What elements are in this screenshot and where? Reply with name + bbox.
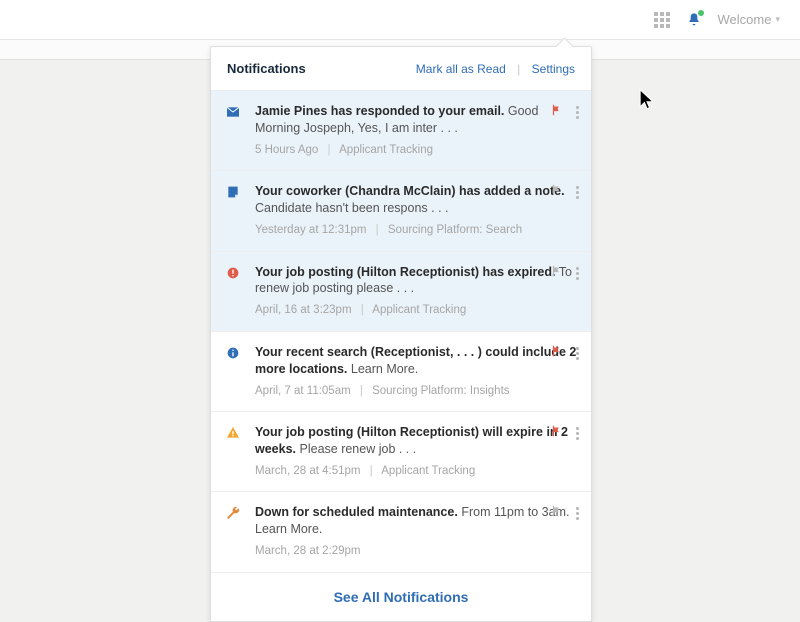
- notification-meta: March, 28 at 4:51pm | Applicant Tracking: [255, 464, 577, 480]
- chevron-down-icon: ▾: [775, 14, 780, 25]
- notification-source: Applicant Tracking: [339, 144, 433, 156]
- notification-title: Your job posting (Hilton Receptionist) h…: [255, 265, 555, 279]
- notifications-panel: Notifications Mark all as Read | Setting…: [210, 46, 592, 622]
- notification-meta: April, 7 at 11:05am | Sourcing Platform:…: [255, 384, 577, 400]
- notification-item[interactable]: Your job posting (Hilton Receptionist) w…: [211, 412, 591, 492]
- notification-body: Jamie Pines has responded to your email.…: [255, 103, 577, 158]
- flag-icon[interactable]: [550, 264, 564, 283]
- envelope-icon: [225, 104, 243, 125]
- notification-source: Sourcing Platform: Insights: [372, 385, 509, 397]
- notification-preview: Learn More.: [351, 362, 418, 376]
- notification-badge-dot: [698, 10, 704, 16]
- notification-title: Jamie Pines has responded to your email.: [255, 104, 504, 118]
- notifications-bell-icon[interactable]: [686, 12, 702, 28]
- notification-body: Down for scheduled maintenance. From 11p…: [255, 504, 577, 559]
- settings-link[interactable]: Settings: [532, 62, 575, 76]
- notification-item[interactable]: Your job posting (Hilton Receptionist) h…: [211, 252, 591, 332]
- warning-icon: [225, 425, 243, 446]
- notification-time: 5 Hours Ago: [255, 144, 318, 156]
- welcome-label: Welcome: [718, 12, 772, 27]
- cursor-icon: [638, 88, 656, 112]
- notification-body: Your coworker (Chandra McClain) has adde…: [255, 183, 577, 238]
- notification-item[interactable]: Jamie Pines has responded to your email.…: [211, 91, 591, 171]
- notification-title: Down for scheduled maintenance.: [255, 505, 458, 519]
- notification-body: Your recent search (Receptionist, . . . …: [255, 344, 577, 399]
- notification-item[interactable]: Your recent search (Receptionist, . . . …: [211, 332, 591, 412]
- alert-icon: [225, 265, 243, 286]
- flag-icon[interactable]: [550, 344, 564, 363]
- notification-time: March, 28 at 2:29pm: [255, 545, 360, 557]
- notification-item[interactable]: Down for scheduled maintenance. From 11p…: [211, 492, 591, 572]
- more-icon[interactable]: [574, 425, 581, 442]
- notification-source: Applicant Tracking: [372, 304, 466, 316]
- notification-time: Yesterday at 12:31pm: [255, 224, 366, 236]
- panel-header: Notifications Mark all as Read | Setting…: [211, 47, 591, 91]
- notification-source: Applicant Tracking: [381, 465, 475, 477]
- flag-icon[interactable]: [550, 504, 564, 523]
- more-icon[interactable]: [574, 505, 581, 522]
- more-icon[interactable]: [574, 265, 581, 282]
- apps-grid-icon[interactable]: [654, 12, 670, 28]
- top-bar: Welcome ▾: [0, 0, 800, 40]
- notification-meta: Yesterday at 12:31pm | Sourcing Platform…: [255, 223, 577, 239]
- flag-icon[interactable]: [550, 424, 564, 443]
- info-icon: [225, 345, 243, 366]
- notification-title: Your coworker (Chandra McClain) has adde…: [255, 184, 565, 198]
- panel-title: Notifications: [227, 61, 306, 76]
- flag-icon[interactable]: [550, 183, 564, 202]
- welcome-menu[interactable]: Welcome ▾: [718, 12, 780, 27]
- flag-icon[interactable]: [550, 103, 564, 122]
- more-icon[interactable]: [574, 345, 581, 362]
- notification-body: Your job posting (Hilton Receptionist) h…: [255, 264, 577, 319]
- mark-all-read-link[interactable]: Mark all as Read: [416, 62, 506, 76]
- notification-item[interactable]: Your coworker (Chandra McClain) has adde…: [211, 171, 591, 251]
- notification-meta: March, 28 at 2:29pm: [255, 544, 577, 560]
- notification-time: April, 7 at 11:05am: [255, 385, 351, 397]
- notification-body: Your job posting (Hilton Receptionist) w…: [255, 424, 577, 479]
- see-all-link[interactable]: See All Notifications: [211, 573, 591, 621]
- notification-meta: April, 16 at 3:23pm | Applicant Tracking: [255, 303, 577, 319]
- more-icon[interactable]: [574, 104, 581, 121]
- notification-preview: Please renew job . . .: [300, 442, 417, 456]
- notification-preview: Candidate hasn't been respons . . .: [255, 201, 449, 215]
- wrench-icon: [225, 505, 243, 526]
- notification-meta: 5 Hours Ago | Applicant Tracking: [255, 143, 577, 159]
- notification-source: Sourcing Platform: Search: [388, 224, 522, 236]
- notification-time: March, 28 at 4:51pm: [255, 465, 360, 477]
- note-icon: [225, 184, 243, 205]
- more-icon[interactable]: [574, 184, 581, 201]
- panel-actions: Mark all as Read | Settings: [416, 62, 575, 76]
- notification-time: April, 16 at 3:23pm: [255, 304, 352, 316]
